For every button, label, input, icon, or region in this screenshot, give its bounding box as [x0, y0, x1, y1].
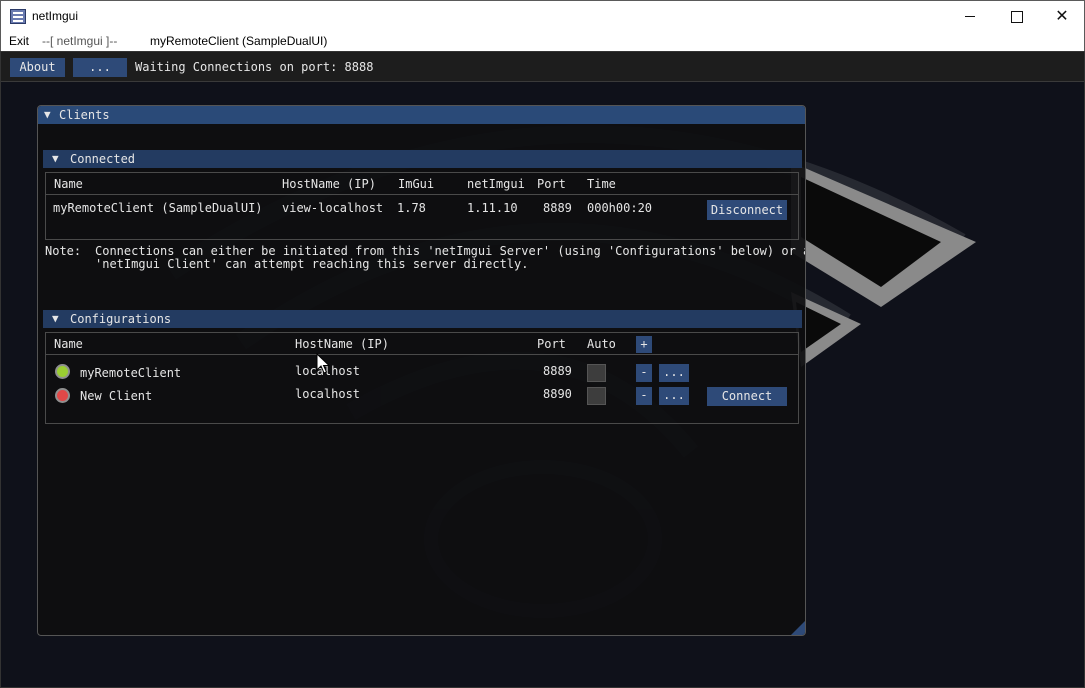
- resize-grip[interactable]: [791, 621, 805, 635]
- client-netimgui-version: 1.11.10: [467, 201, 518, 215]
- column-header-imgui: ImGui: [398, 177, 435, 191]
- auto-connect-checkbox[interactable]: [587, 364, 606, 382]
- connection-status: Waiting Connections on port: 8888: [135, 60, 374, 74]
- disconnect-button[interactable]: Disconnect: [707, 200, 787, 220]
- menu-client[interactable]: myRemoteClient (SampleDualUI): [150, 34, 327, 48]
- configurations-section-title: Configurations: [70, 312, 172, 326]
- window-titlebar: netImgui ✕: [0, 0, 1085, 31]
- remove-configuration-button[interactable]: -: [636, 387, 652, 405]
- client-imgui-version: 1.78: [397, 201, 426, 215]
- config-port: 8890: [543, 387, 572, 401]
- clients-window: ▼ Clients ▼ Connected Name HostName (IP)…: [37, 105, 806, 636]
- configurations-section-header[interactable]: ▼ Configurations: [43, 310, 802, 328]
- column-header-hostname: HostName (IP): [282, 177, 376, 191]
- collapse-triangle-icon[interactable]: ▼: [52, 152, 59, 165]
- column-header-hostname: HostName (IP): [295, 337, 389, 351]
- column-header-name: Name: [54, 177, 83, 191]
- collapse-triangle-icon[interactable]: ▼: [44, 108, 51, 121]
- edit-configuration-button[interactable]: ...: [659, 387, 689, 405]
- about-button[interactable]: About: [10, 58, 65, 77]
- close-button[interactable]: ✕: [1039, 1, 1085, 32]
- column-header-auto: Auto: [587, 337, 616, 351]
- client-connection-time: 000h00:20: [587, 201, 653, 215]
- config-hostname: localhost: [295, 387, 361, 401]
- clients-window-title: Clients: [59, 108, 110, 122]
- config-name: New Client: [80, 389, 153, 403]
- menu-separator-label: --[ netImgui ]--: [42, 34, 118, 48]
- client-port: 8889: [543, 201, 572, 215]
- connect-button[interactable]: Connect: [707, 387, 787, 406]
- column-header-port: Port: [537, 177, 566, 191]
- configurations-table: Name HostName (IP) Port Auto + myRemoteC…: [45, 332, 799, 424]
- window-title: netImgui: [32, 9, 79, 23]
- column-header-time: Time: [587, 177, 616, 191]
- connected-section-title: Connected: [70, 152, 136, 166]
- collapse-triangle-icon[interactable]: ▼: [52, 312, 59, 325]
- imgui-viewport: About ... Waiting Connections on port: 8…: [0, 51, 1085, 688]
- remove-configuration-button[interactable]: -: [636, 364, 652, 382]
- maximize-button[interactable]: [993, 1, 1039, 32]
- app-icon: [10, 9, 26, 24]
- status-indicator-icon: [55, 388, 70, 403]
- add-configuration-button[interactable]: +: [636, 336, 652, 353]
- menu-bar: Exit --[ netImgui ]-- myRemoteClient (Sa…: [0, 31, 1085, 51]
- column-header-port: Port: [537, 337, 566, 351]
- minimize-button[interactable]: [947, 1, 993, 32]
- connected-table: Name HostName (IP) ImGui netImgui Port T…: [45, 172, 799, 240]
- clients-window-titlebar[interactable]: ▼ Clients: [38, 106, 805, 124]
- auto-connect-checkbox[interactable]: [587, 387, 606, 405]
- note-line-2: 'netImgui Client' can attempt reaching t…: [95, 257, 529, 271]
- note-label: Note:: [45, 244, 82, 258]
- more-button[interactable]: ...: [73, 58, 127, 77]
- connected-table-header: Name HostName (IP) ImGui netImgui Port T…: [46, 173, 798, 195]
- column-header-netimgui: netImgui: [467, 177, 525, 191]
- main-toolbar: About ... Waiting Connections on port: 8…: [1, 52, 1084, 82]
- menu-exit[interactable]: Exit: [9, 34, 29, 48]
- client-name: myRemoteClient (SampleDualUI): [53, 201, 263, 215]
- mouse-cursor-icon: [316, 353, 330, 374]
- edit-configuration-button[interactable]: ...: [659, 364, 689, 382]
- connected-section-header[interactable]: ▼ Connected: [43, 150, 802, 168]
- config-name: myRemoteClient: [80, 366, 182, 380]
- configurations-table-header: Name HostName (IP) Port Auto +: [46, 333, 798, 355]
- client-hostname: view-localhost: [282, 201, 384, 215]
- column-header-name: Name: [54, 337, 83, 351]
- config-port: 8889: [543, 364, 572, 378]
- status-indicator-icon: [55, 364, 70, 379]
